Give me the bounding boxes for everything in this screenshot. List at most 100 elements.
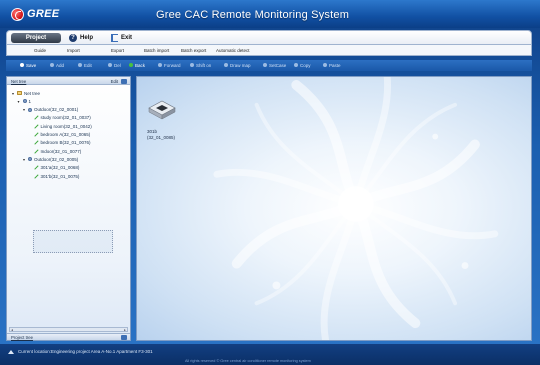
tree-node-label: study room(32_01_0037) [40,115,91,121]
project-tree-footer: Project tree [7,333,130,340]
forward-arrow-icon [158,63,162,67]
net-tree-edit-label[interactable]: Edit [111,79,118,84]
expand-panel-icon[interactable] [121,335,127,340]
batch-import-button[interactable]: Batch import [144,48,169,53]
import-button[interactable]: Import [67,48,80,53]
net-tree-tab[interactable]: Net tree [11,79,26,84]
forward-label: Forward [164,62,181,68]
help-icon: ? [69,34,77,42]
indoor-unit-icon [34,165,39,170]
save-icon [20,63,24,67]
tree-node[interactable]: Indoor(32_01_0077) [28,148,82,154]
copy-label: Copy [300,62,311,68]
network-node-icon [22,99,27,104]
gree-logo-icon [11,7,24,21]
save-label: Save [26,62,37,68]
tree-node-label: bedroom A(32_01_0065) [40,132,91,137]
menu-help-label: Help [80,35,94,41]
horizontal-scrollbar[interactable]: ◂ ▸ [9,327,128,332]
paste-button[interactable]: Paste [323,63,341,68]
edit-icon [78,63,82,67]
batch-export-button[interactable]: Batch export [181,48,206,53]
draw-map-label: Draw map [230,62,251,68]
net-tree-header: Net tree Edit [7,77,130,85]
tree-node-label: Outdoor(32_02_0001) [34,107,79,113]
collapse-toggle-icon[interactable]: ▾ [17,99,21,104]
tree-node-label: Net tree [24,90,41,96]
app-title: Gree CAC Remote Monitoring System [156,9,350,21]
back-arrow-icon [129,63,133,67]
delete-button[interactable]: Del [108,63,121,68]
sub-toolbar: Guide Import Export Batch import Batch e… [6,45,532,56]
collapse-toggle-icon[interactable]: ▾ [22,107,26,112]
project-tree-tab[interactable]: Project tree [11,335,33,340]
guide-button[interactable]: Guide [34,48,46,53]
paste-label: Paste [329,62,341,68]
net-tree-panel: Net tree Edit ▾ Net tree ▾ 1 ▾ Outdoor(32_02_… [6,76,131,341]
shift-icon [190,63,194,67]
export-button[interactable]: Export [111,48,124,53]
tree-node[interactable]: study room(32_01_0037) [28,115,91,121]
indoor-unit-icon [34,124,39,129]
edit-label: Edit [84,62,92,68]
collapse-panel-icon[interactable] [121,78,127,84]
indoor-unit-icon [34,115,39,120]
copyright-text: All rights reserved © Gree central air c… [185,359,311,363]
setcase-button[interactable]: SetCase [263,63,286,68]
tree-node[interactable]: 301'b(32_01_0075) [28,173,80,179]
collapse-toggle-icon[interactable]: ▾ [22,157,26,162]
tree-node-label: 1 [28,98,32,104]
menu-help[interactable]: ? Help [69,33,93,43]
selection-box [33,230,113,253]
collapse-toggle-icon[interactable]: ▾ [11,91,15,96]
setcase-icon [263,63,267,67]
add-button[interactable]: Add [50,63,64,68]
tree-node[interactable]: ▾ Outdoor(32_02_0005) [22,156,78,162]
tree-node[interactable]: ▾ Outdoor(32_02_0001) [22,107,78,113]
tree-node[interactable]: bedroom B(32_01_0076) [28,140,91,146]
indoor-unit-icon [34,149,39,154]
back-button[interactable]: Back [129,63,145,68]
add-icon [50,63,54,67]
indoor-unit-icon [34,132,39,137]
tree-node[interactable]: ▾ 1 [17,98,32,104]
menu-project-label: Project [25,35,47,41]
tree-node[interactable]: bedroom A(32_01_0065) [28,132,91,138]
shift-on-button[interactable]: Shift on [190,63,211,68]
back-label: Back [135,62,146,68]
delete-icon [108,63,112,67]
scroll-right-icon[interactable]: ▸ [123,328,127,332]
network-node-icon [28,107,32,112]
save-button[interactable]: Save [20,63,36,68]
tree-node[interactable]: ▾ Net tree [11,90,40,96]
title-bar: GREE Gree CAC Remote Monitoring System [0,0,540,28]
map-workspace[interactable]: 301b (32_01_0085) [136,76,532,341]
tree-node[interactable]: Living room(32_01_0042) [28,123,92,129]
exit-icon [111,34,118,42]
menu-project[interactable]: Project [11,33,61,43]
tree-node-label: bedroom B(32_01_0076) [40,140,91,146]
status-bar: Current location:Engineering project Are… [0,344,540,365]
device-label: 301b (32_01_0085) [147,129,175,140]
edit-button[interactable]: Edit [78,63,92,68]
automatic-detect-button[interactable]: Automatic detect [216,48,250,53]
draw-map-button[interactable]: Draw map [224,63,251,68]
tree-node-label: Living room(32_01_0042) [40,123,92,129]
tree-node[interactable]: 301'a(32_01_0068) [28,165,80,171]
folder-icon [17,91,22,95]
scroll-left-icon[interactable]: ◂ [10,328,14,332]
ceiling-cassette-unit-icon[interactable] [147,92,177,132]
device-code: (32_01_0085) [147,134,176,140]
setcase-label: SetCase [269,62,287,68]
menu-bar: Project ? Help Exit [6,30,532,45]
menu-exit[interactable]: Exit [111,33,132,43]
background-swirl [213,77,499,340]
indoor-unit-icon [34,140,39,145]
location-icon [8,350,14,354]
menu-exit-label: Exit [121,35,133,41]
action-toolbar: Save Add Edit Del Back Forward Shift on … [6,60,532,71]
shift-on-label: Shift on [196,62,212,68]
forward-button[interactable]: Forward [158,63,181,68]
delete-label: Del [114,62,121,68]
copy-button[interactable]: Copy [294,63,311,68]
